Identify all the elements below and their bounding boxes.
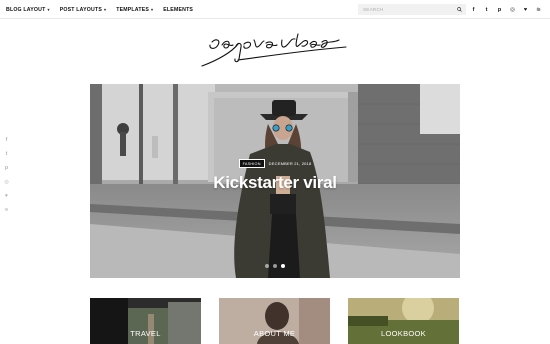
category-tag[interactable]: FASHION [238, 159, 265, 168]
card-label: TRAVEL [130, 329, 161, 338]
pinterest-icon[interactable]: p [3, 164, 10, 171]
facebook-icon[interactable]: f [470, 6, 477, 13]
hero-title[interactable]: Kickstarter viral [90, 173, 460, 193]
nav-item-post-layouts[interactable]: POST LAYOUTS ▾ [60, 7, 107, 13]
chevron-down-icon: ▾ [103, 7, 107, 12]
search-input[interactable] [358, 7, 450, 12]
nav-item-elements[interactable]: ELEMENTS [163, 7, 193, 13]
chevron-down-icon: ▾ [151, 7, 154, 12]
card-label: ABOUT ME [253, 329, 296, 338]
slider-dot-active[interactable] [281, 264, 285, 268]
nav-item-label: ELEMENTS [163, 6, 194, 13]
nav-item-label: BLOG LAYOUT [6, 6, 46, 13]
nav-item-label: TEMPLATES [116, 6, 150, 13]
nav-item-templates[interactable]: TEMPLATES ▾ [116, 7, 153, 13]
rss-icon[interactable]: ≋ [3, 206, 10, 213]
slider-dot[interactable] [273, 264, 277, 268]
floating-social: f t p ◎ ♥ ≋ [3, 136, 10, 213]
rss-icon[interactable]: ≋ [535, 6, 542, 13]
main-nav: BLOG LAYOUT ▾ POST LAYOUTS ▾ TEMPLATES ▾… [6, 0, 193, 19]
post-date: DECEMBER 21, 2018 [268, 161, 312, 166]
search-box [358, 4, 466, 15]
top-bar: BLOG LAYOUT ▾ POST LAYOUTS ▾ TEMPLATES ▾… [0, 0, 550, 19]
heart-icon[interactable]: ♥ [522, 6, 529, 13]
search-icon[interactable] [457, 7, 462, 12]
twitter-icon[interactable]: t [3, 150, 10, 157]
twitter-icon[interactable]: t [483, 6, 490, 13]
hero-slider[interactable]: FASHION DECEMBER 21, 2018 Kickstarter vi… [90, 84, 460, 278]
card-label: LOOKBOOK [381, 329, 426, 338]
heart-icon[interactable]: ♥ [3, 192, 10, 199]
instagram-icon[interactable]: ◎ [3, 178, 10, 185]
site-logo[interactable] [198, 30, 350, 72]
instagram-icon[interactable]: ◎ [509, 6, 516, 13]
chevron-down-icon: ▾ [47, 7, 50, 12]
category-card-travel[interactable]: TRAVEL [90, 298, 201, 344]
category-card-lookbook[interactable]: LOOKBOOK [348, 298, 459, 344]
slider-dot[interactable] [265, 264, 269, 268]
nav-item-label: POST LAYOUTS [59, 6, 102, 13]
slider-dots [90, 264, 460, 268]
category-card-about-me[interactable]: ABOUT ME [219, 298, 330, 344]
pinterest-icon[interactable]: p [496, 6, 503, 13]
nav-item-blog-layout[interactable]: BLOG LAYOUT ▾ [6, 7, 50, 13]
header-social: f t p ◎ ♥ ≋ [470, 4, 542, 15]
facebook-icon[interactable]: f [3, 136, 10, 143]
hero-meta: FASHION DECEMBER 21, 2018 [90, 159, 460, 168]
